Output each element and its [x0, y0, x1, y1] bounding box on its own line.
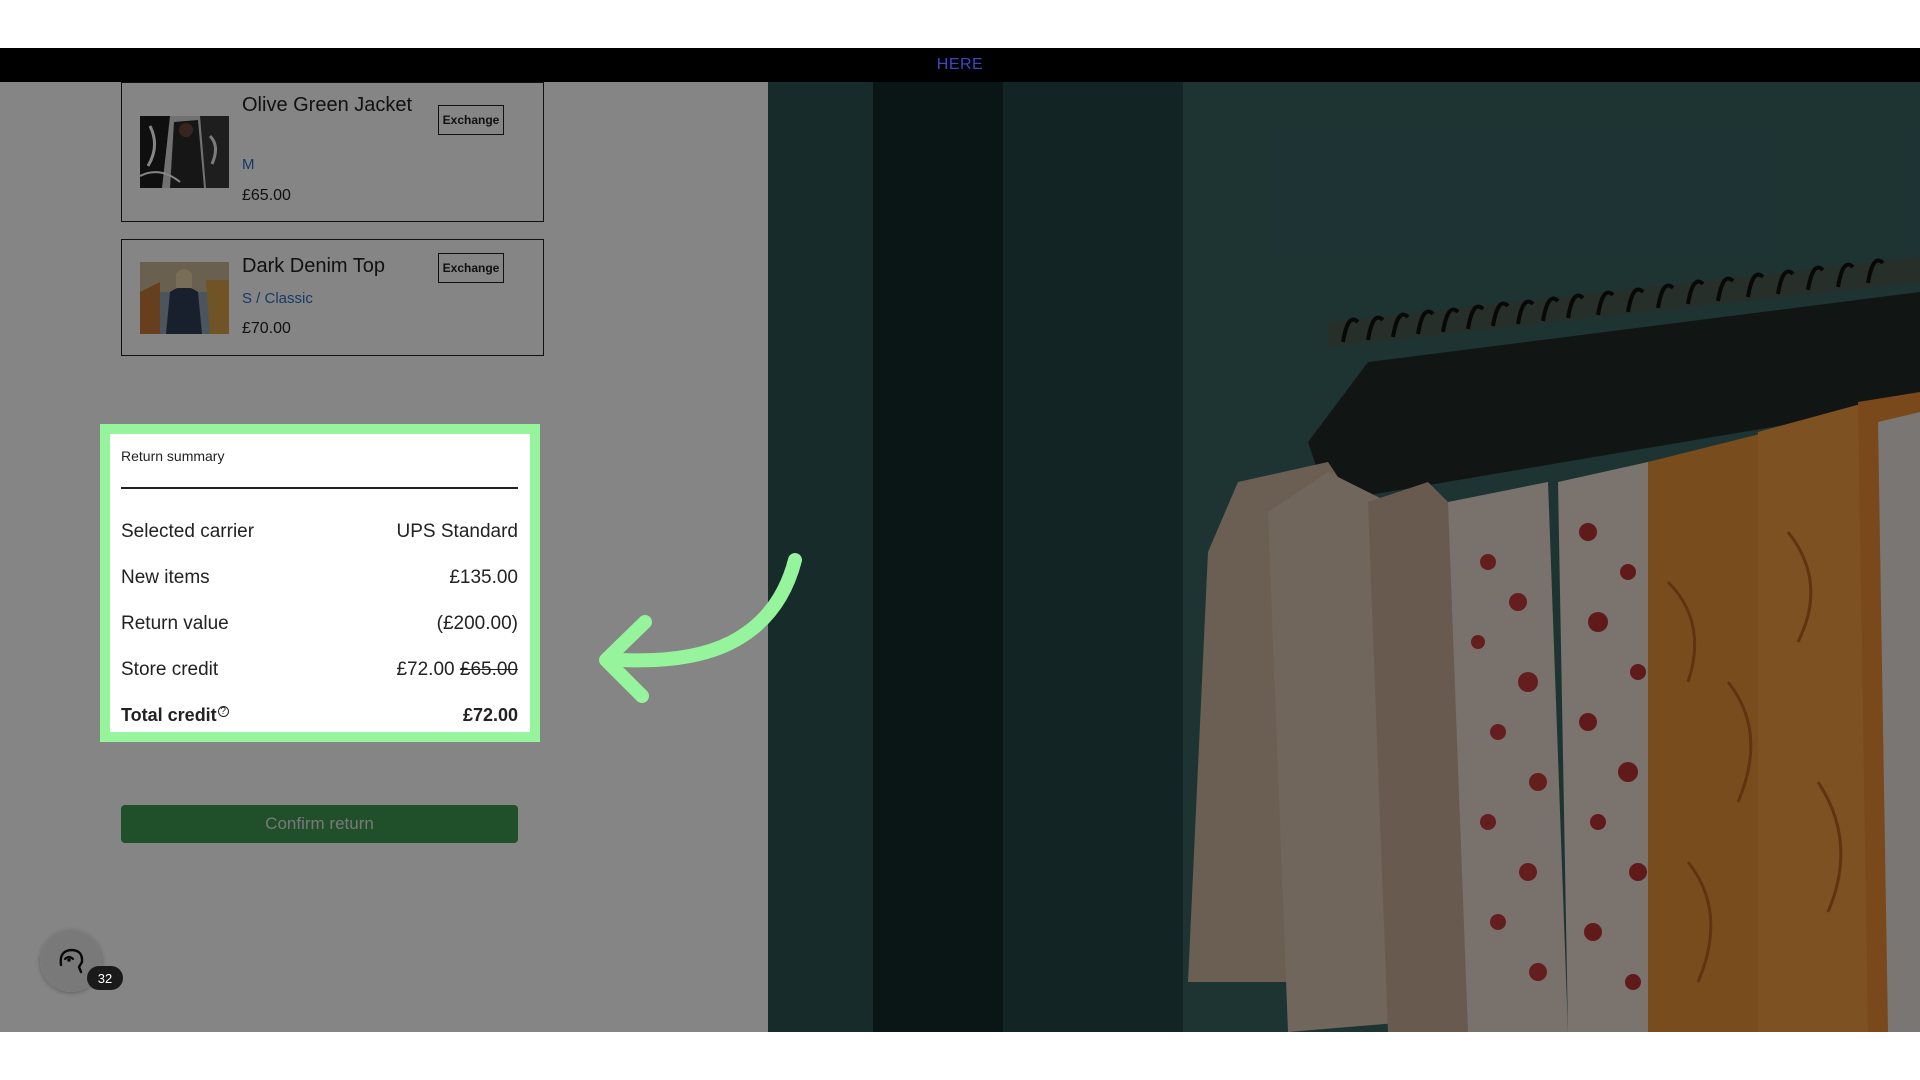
total-credit-value: £72.00 — [462, 705, 518, 725]
app-viewport: HERE Olive Green Jacket M £65.00 Exchang… — [0, 48, 1920, 1032]
summary-label: Selected carrier — [121, 521, 255, 542]
banner-link[interactable]: HERE — [937, 56, 983, 74]
product-price: £65.00 — [242, 187, 291, 204]
total-credit-label-group: Total credit? — [121, 705, 229, 726]
summary-row-new-items: New items £135.00 — [121, 567, 518, 589]
product-image — [140, 116, 229, 188]
summary-title: Return summary — [121, 448, 225, 464]
store-credit-old: £65.00 — [459, 659, 518, 680]
summary-value: £135.00 — [449, 567, 518, 588]
summary-row-store-credit: Store credit £72.00 £65.00 — [121, 659, 518, 681]
product-name: Dark Denim Top — [242, 255, 386, 277]
summary-label: Return value — [121, 613, 229, 634]
summary-label: New items — [121, 567, 210, 588]
summary-value: £72.00 £65.00 — [396, 659, 518, 681]
summary-label: Store credit — [121, 659, 219, 680]
profile-head-icon — [59, 948, 84, 974]
annotation-arrow-icon — [599, 553, 802, 703]
clothing-rack-photo — [768, 82, 1920, 1032]
top-banner: HERE — [0, 48, 1920, 82]
confirm-return-button[interactable]: Confirm return — [121, 805, 518, 843]
product-name: Olive Green Jacket — [242, 94, 413, 116]
total-credit-label: Total credit — [121, 705, 217, 725]
summary-value: UPS Standard — [396, 521, 518, 542]
return-summary-card: Return summary Selected carrier UPS Stan… — [100, 424, 540, 742]
notification-badge: 32 — [87, 966, 123, 990]
product-variant[interactable]: S / Classic — [242, 290, 313, 307]
info-icon[interactable]: ? — [217, 706, 229, 717]
product-card: Olive Green Jacket M £65.00 Exchange — [121, 82, 544, 222]
exchange-button[interactable]: Exchange — [438, 105, 504, 135]
product-price: £70.00 — [242, 320, 291, 337]
store-credit-new: £72.00 — [396, 659, 455, 680]
summary-row-return-value: Return value (£200.00) — [121, 613, 518, 635]
summary-row-total: Total credit? £72.00 — [121, 705, 518, 726]
exchange-button[interactable]: Exchange — [438, 253, 504, 283]
summary-value: (£200.00) — [436, 613, 518, 634]
product-image — [140, 262, 229, 334]
product-card: Dark Denim Top S / Classic £70.00 Exchan… — [121, 239, 544, 356]
summary-row-carrier: Selected carrier UPS Standard — [121, 521, 518, 543]
product-variant[interactable]: M — [242, 156, 255, 173]
summary-divider — [121, 487, 518, 489]
